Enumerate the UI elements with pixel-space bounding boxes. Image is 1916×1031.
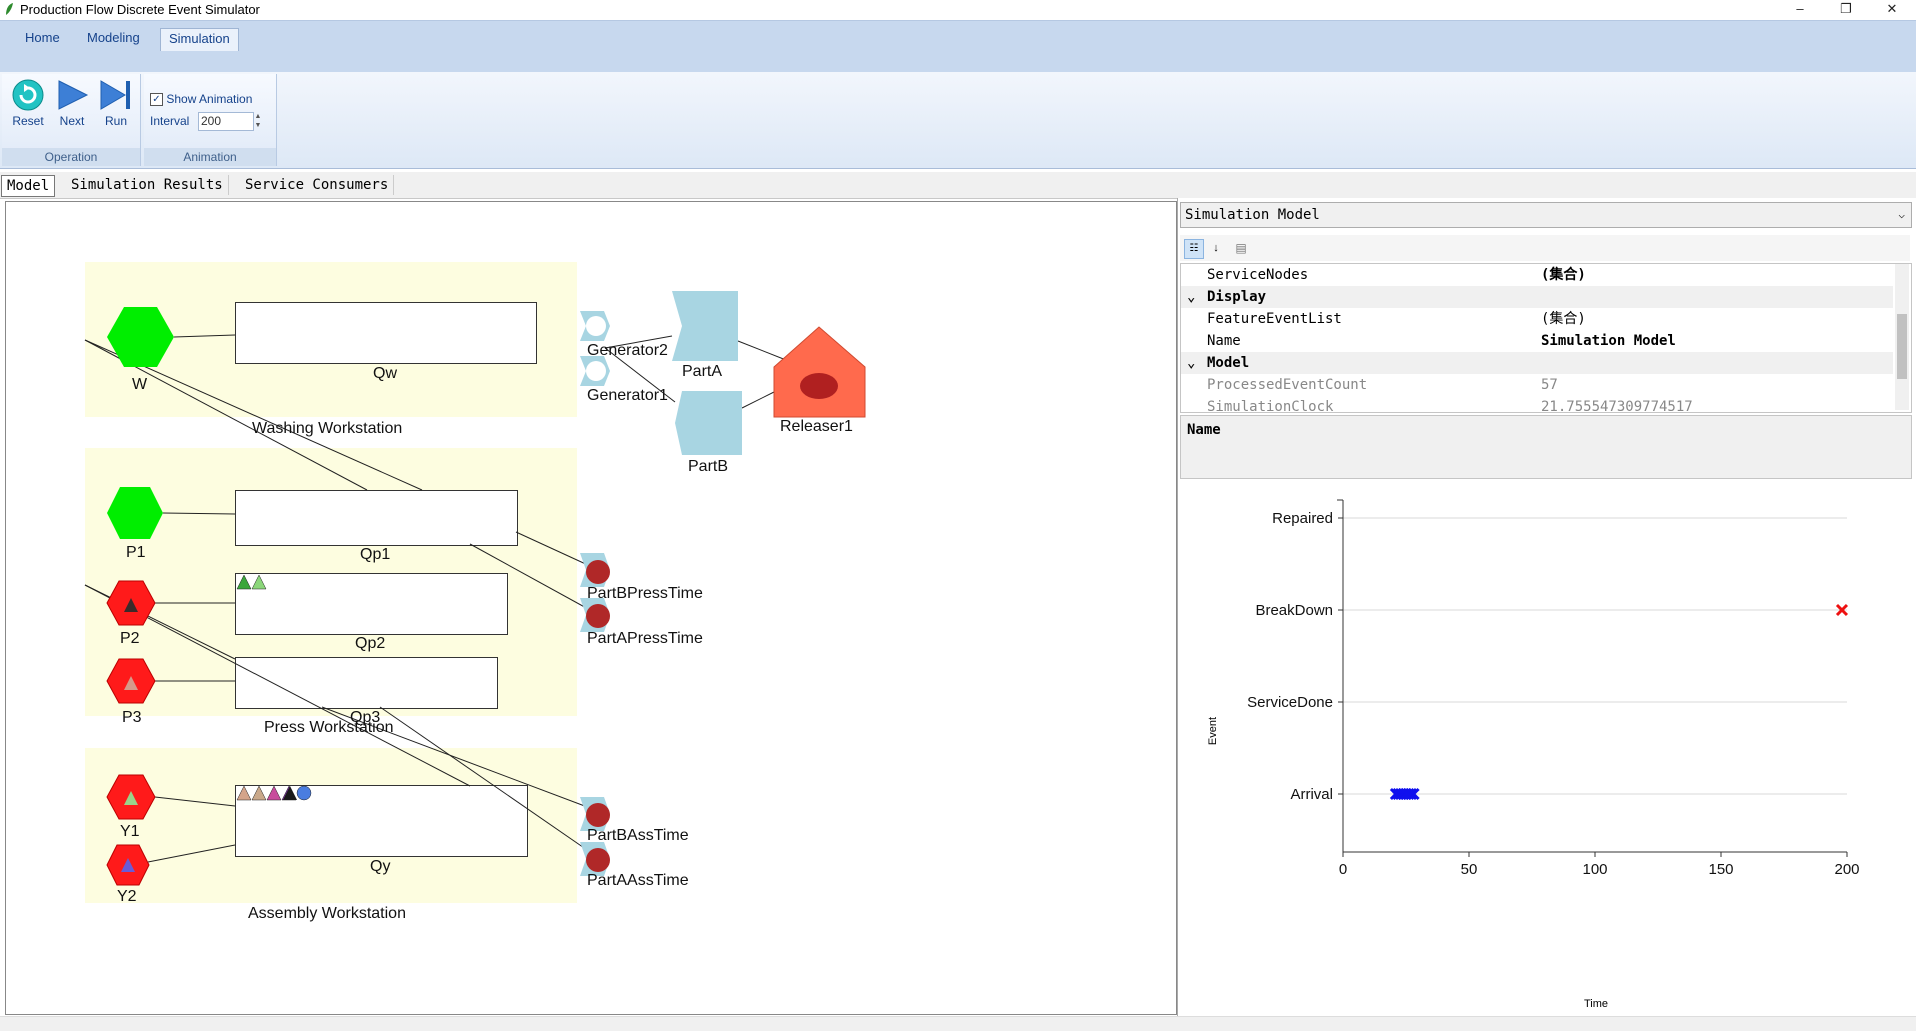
show-animation-label: Show Animation bbox=[166, 92, 253, 106]
tab-model[interactable]: Model bbox=[1, 175, 56, 197]
queue-qw[interactable] bbox=[235, 302, 537, 364]
show-animation-checkbox[interactable]: ✓ Show Animation bbox=[150, 92, 253, 107]
queue-qp1-label: Qp1 bbox=[360, 546, 391, 563]
ribbon-body bbox=[0, 72, 1916, 169]
queue-qp2[interactable] bbox=[235, 573, 508, 635]
close-button[interactable]: ✕ bbox=[1869, 0, 1915, 20]
server-p3-label: P3 bbox=[122, 709, 142, 726]
title-bar bbox=[0, 0, 1916, 20]
timer-pb-press-label: PartBPressTime bbox=[587, 585, 703, 602]
app-leaf-icon bbox=[6, 3, 13, 15]
tab-modeling[interactable]: Modeling bbox=[79, 28, 148, 48]
scrollbar-thumb[interactable] bbox=[1897, 314, 1907, 379]
prop-category-display[interactable]: ⌄ Display bbox=[1181, 286, 1893, 308]
next-label: Next bbox=[59, 114, 85, 128]
operation-caption: Operation bbox=[2, 148, 140, 166]
timer-pa-press-label: PartAPressTime bbox=[587, 630, 703, 647]
tab-simulation-results[interactable]: Simulation Results bbox=[66, 175, 229, 195]
generator2-label: Generator2 bbox=[587, 342, 668, 359]
timer-pa-ass-label: PartAAssTime bbox=[587, 872, 689, 889]
prop-row-servicenodes[interactable]: ServiceNodes (集合) bbox=[1181, 264, 1893, 286]
object-selector-dropdown[interactable]: Simulation Model ⌵ bbox=[1180, 202, 1912, 228]
reset-icon bbox=[12, 79, 44, 111]
server-p1-label: P1 bbox=[126, 544, 146, 561]
parta-label: PartA bbox=[682, 363, 723, 380]
tab-simulation[interactable]: Simulation bbox=[160, 28, 239, 51]
event-timeline-chart: Arrival ServiceDone BreakDown Repaired 0 50 10… bbox=[1207, 499, 1860, 1010]
reset-button[interactable]: Reset bbox=[8, 78, 48, 128]
server-y1-label: Y1 bbox=[120, 823, 140, 840]
property-description: Name bbox=[1180, 415, 1912, 479]
queue-qy-label: Qy bbox=[370, 858, 391, 875]
partb-label: PartB bbox=[688, 458, 729, 475]
generator1-label: Generator1 bbox=[587, 387, 668, 404]
x-tick-label: 50 bbox=[1461, 861, 1478, 878]
status-bar bbox=[0, 1016, 1916, 1031]
y-tick-label: ServiceDone bbox=[1247, 694, 1333, 711]
run-label: Run bbox=[104, 114, 127, 128]
washing-workstation-label: Washing Workstation bbox=[252, 420, 403, 437]
x-tick-label: 0 bbox=[1339, 861, 1347, 878]
collapse-icon: ⌄ bbox=[1187, 355, 1196, 371]
property-grid-toolbar: ☷ ↓ ▤ bbox=[1180, 235, 1910, 261]
prop-category-model[interactable]: ⌄ Model bbox=[1181, 352, 1893, 374]
press-workstation-label: Press Workstation bbox=[264, 719, 394, 736]
x-axis-label: Time bbox=[1584, 998, 1608, 1010]
server-y2-label: Y2 bbox=[117, 888, 137, 905]
run-button[interactable]: Run bbox=[96, 78, 136, 128]
queue-qy[interactable] bbox=[235, 785, 528, 857]
property-grid[interactable]: ServiceNodes (集合) ⌄ Display FeatureEventLi… bbox=[1180, 263, 1912, 413]
y-tick-label: Repaired bbox=[1272, 510, 1333, 527]
minimize-button[interactable]: – bbox=[1777, 0, 1823, 20]
prop-row-processedeventcount[interactable]: ProcessedEventCount 57 bbox=[1181, 374, 1893, 396]
server-p2-label: P2 bbox=[120, 630, 140, 647]
collapse-icon: ⌄ bbox=[1187, 289, 1196, 305]
queue-qp3[interactable] bbox=[235, 657, 498, 709]
x-tick-label: 100 bbox=[1582, 861, 1607, 878]
prop-row-simulationclock[interactable]: SimulationClock 21.755547309774517 bbox=[1181, 396, 1893, 412]
play-icon bbox=[58, 80, 89, 110]
interval-input[interactable]: 200 bbox=[198, 112, 254, 131]
object-selector-value: Simulation Model bbox=[1185, 207, 1320, 223]
timer-pb-ass-label: PartBAssTime bbox=[587, 827, 689, 844]
prop-row-featureeventlist[interactable]: FeatureEventList (集合) bbox=[1181, 308, 1893, 330]
window-title: Production Flow Discrete Event Simulator bbox=[20, 2, 260, 17]
interval-label: Interval bbox=[150, 114, 190, 128]
animation-caption: Animation bbox=[144, 148, 276, 166]
categorized-icon[interactable]: ☷ bbox=[1184, 239, 1204, 259]
x-tick-label: 200 bbox=[1834, 861, 1859, 878]
releaser1-label: Releaser1 bbox=[780, 418, 853, 435]
operation-group: Reset Next Run Operation bbox=[2, 74, 141, 166]
assembly-workstation-label: Assembly Workstation bbox=[248, 905, 406, 922]
queue-qp1[interactable] bbox=[235, 490, 518, 546]
description-title: Name bbox=[1187, 422, 1221, 438]
reset-label: Reset bbox=[12, 114, 44, 128]
restore-button[interactable]: ❐ bbox=[1823, 0, 1869, 20]
y-tick-label: Arrival bbox=[1290, 786, 1333, 803]
chevron-down-icon: ⌵ bbox=[1898, 208, 1905, 221]
animation-group: ✓ Show Animation Interval 200 ▲ ▼ Animati… bbox=[144, 74, 277, 166]
property-grid-scrollbar[interactable] bbox=[1895, 264, 1909, 410]
property-pages-icon[interactable]: ▤ bbox=[1232, 239, 1250, 257]
prop-row-name[interactable]: Name Simulation Model bbox=[1181, 330, 1893, 352]
queue-qw-label: Qw bbox=[373, 365, 397, 382]
checkbox-checked-icon: ✓ bbox=[150, 93, 163, 107]
tab-home[interactable]: Home bbox=[17, 28, 68, 48]
y-axis-label: Event bbox=[1207, 717, 1219, 745]
next-button[interactable]: Next bbox=[52, 78, 92, 128]
y-tick-label: BreakDown bbox=[1255, 602, 1333, 619]
run-to-end-icon bbox=[100, 80, 130, 110]
ribbon-tab-strip bbox=[0, 20, 1916, 73]
queue-qp2-label: Qp2 bbox=[355, 635, 386, 652]
server-w-label: W bbox=[132, 376, 148, 393]
interval-spinner[interactable]: ▲ ▼ bbox=[252, 112, 264, 130]
tab-service-consumers[interactable]: Service Consumers bbox=[240, 175, 395, 195]
x-tick-label: 150 bbox=[1708, 861, 1733, 878]
sort-alpha-icon[interactable]: ↓ bbox=[1207, 239, 1225, 257]
